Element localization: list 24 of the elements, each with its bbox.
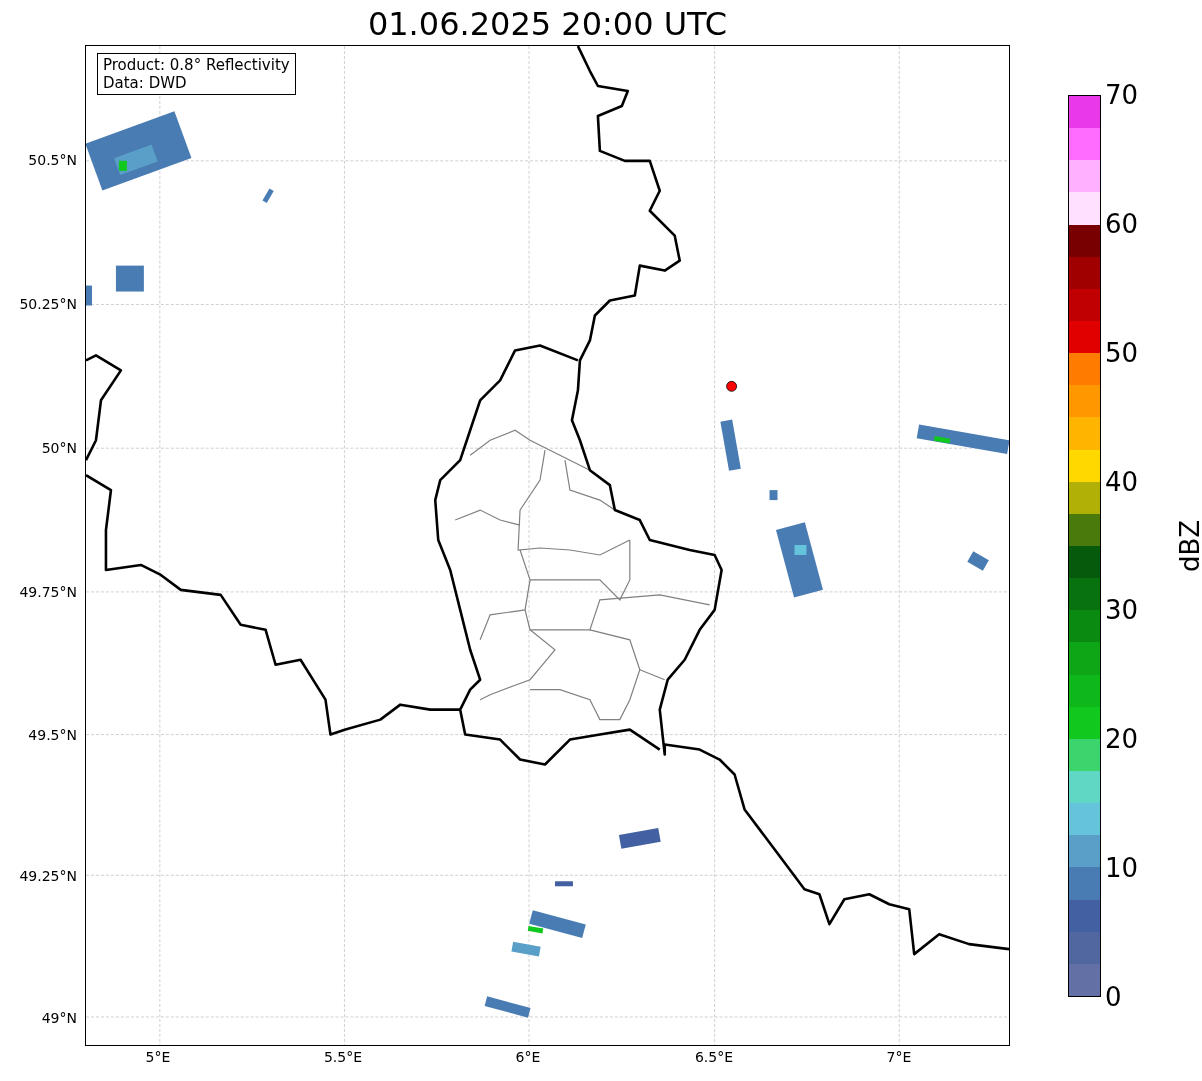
colorbar-tick-label: 20 — [1105, 725, 1139, 754]
colorbar-tick-label: 0 — [1105, 983, 1122, 1011]
info-text: Data: DWD — [103, 74, 188, 92]
latitude-label: 49.5°N — [28, 727, 77, 743]
colorbar-tick-label: 10 — [1105, 854, 1139, 883]
info-text: Product: 0.8° Reflectivity — [103, 56, 290, 74]
latitude-label: 50.25°N — [19, 296, 77, 312]
longitude-label: 6.5°E — [694, 1049, 734, 1065]
latitude-label: 50.5°N — [28, 152, 77, 168]
longitude-label: 7°E — [886, 1049, 912, 1065]
chart-title: 01.06.2025 20:00 UTC — [366, 4, 729, 44]
colorbar-tick-label: 70 — [1105, 81, 1139, 109]
latitude-label: 49.25°N — [19, 868, 77, 884]
latitude-label: 49°N — [41, 1010, 77, 1026]
longitude-label: 5°E — [145, 1049, 171, 1065]
colorbar-tick-label: 50 — [1105, 338, 1139, 367]
latitude-label: 49.75°N — [19, 584, 77, 600]
latitude-label: 50°N — [41, 440, 77, 456]
colorbar-tick-label: 60 — [1105, 209, 1139, 238]
longitude-label: 6°E — [515, 1049, 541, 1065]
colorbar-tick-label: 30 — [1105, 596, 1139, 625]
longitude-label: 5.5°E — [323, 1049, 363, 1065]
colorbar-tick-label: 40 — [1105, 467, 1139, 496]
colorbar-label: dBZ — [1176, 519, 1202, 573]
